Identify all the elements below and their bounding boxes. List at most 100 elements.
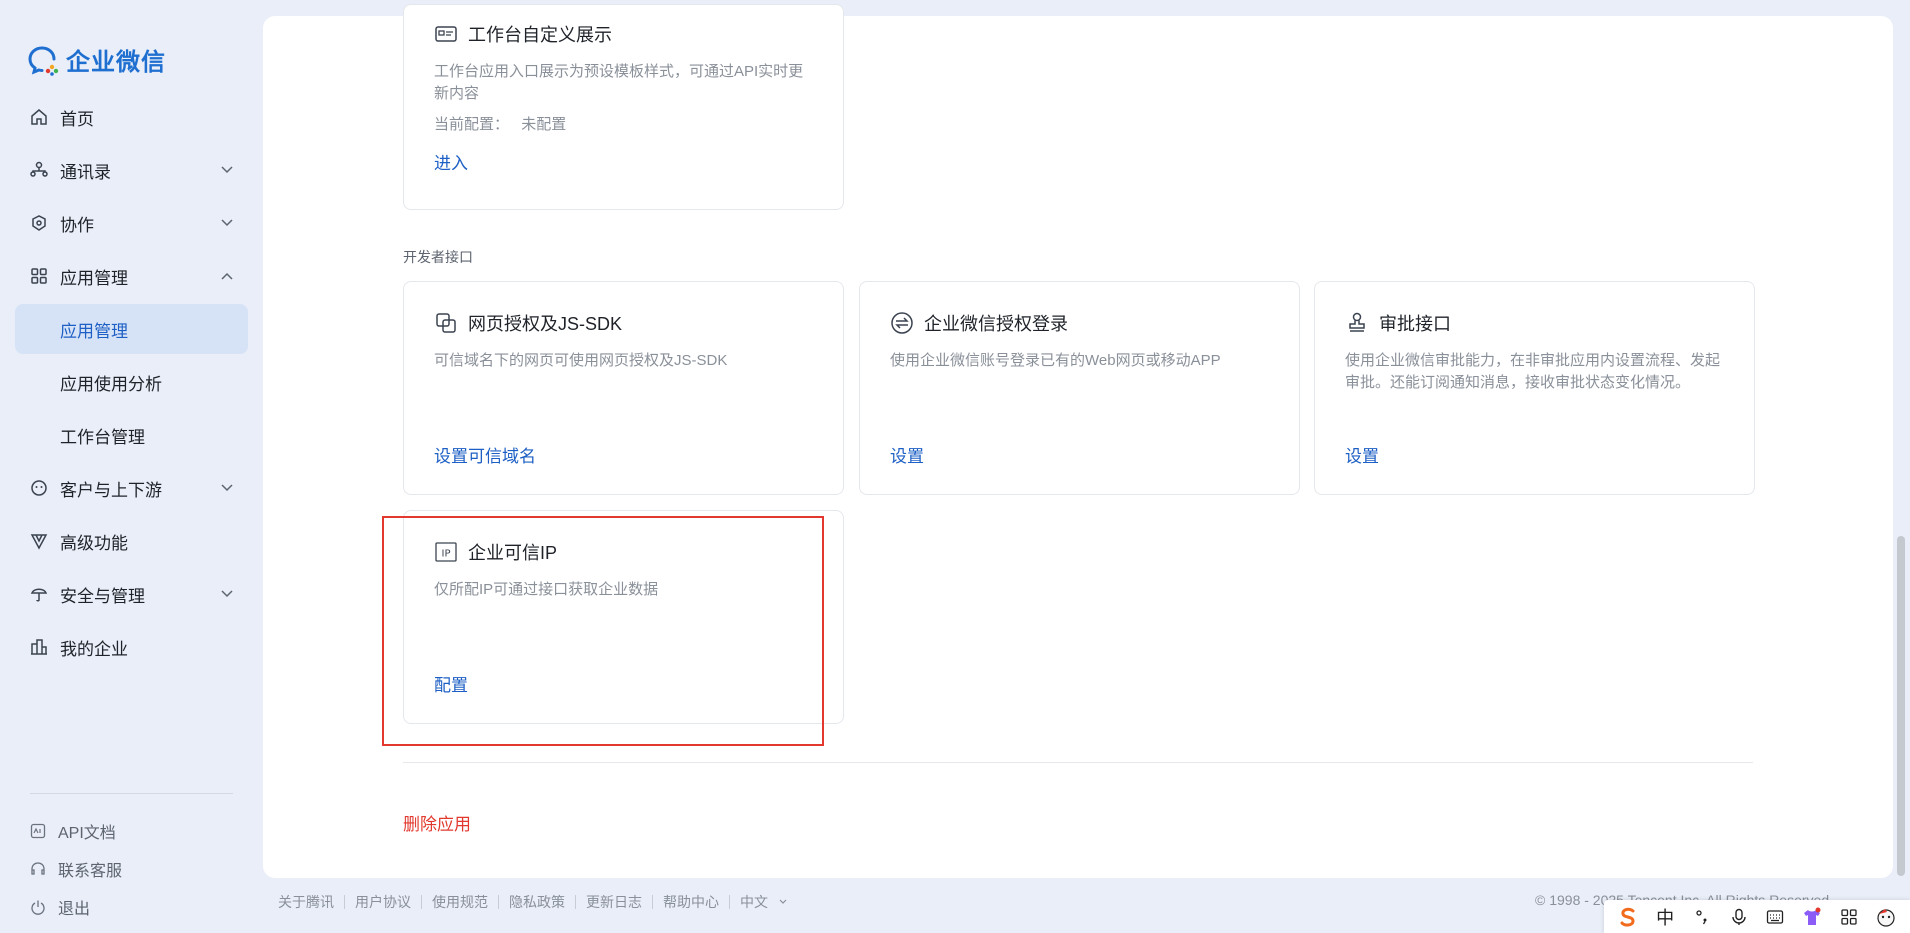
footer-links: 关于腾讯 用户协议 使用规范 隐私政策 更新日志 帮助中心 中文 (278, 892, 788, 912)
power-icon (30, 899, 46, 915)
card-title: 企业微信授权登录 (890, 310, 1068, 336)
workbench-display-card: 工作台自定义展示 工作台应用入口展示为预设模板样式，可通过API实时更新内容 当… (403, 4, 844, 210)
wecom-login-settings-link[interactable]: 设置 (890, 442, 924, 467)
footer-separator (498, 895, 499, 909)
language-label: 中文 (740, 894, 768, 910)
card-title: 网页授权及JS-SDK (434, 310, 622, 336)
chevron-up-icon (220, 268, 234, 288)
sidebar-subitem-app-management[interactable]: 应用管理 (15, 304, 248, 354)
sidebar-item-advanced[interactable]: 高级功能 (15, 516, 248, 566)
logout-link[interactable]: 退出 (30, 888, 122, 926)
sidebar-item-collaboration[interactable]: 协作 (15, 198, 248, 248)
chevron-down-icon (778, 894, 788, 910)
footer-link-user-agreement[interactable]: 用户协议 (355, 892, 411, 912)
footer-separator (421, 895, 422, 909)
ime-toolbar: 中 (1604, 900, 1910, 933)
chevron-down-icon (220, 586, 234, 606)
card-title: 工作台自定义展示 (434, 21, 612, 47)
brand-name: 企业微信 (66, 49, 166, 76)
sidebar-subitem-app-usage-analysis[interactable]: 应用使用分析 (15, 357, 248, 407)
sidebar-item-my-company[interactable]: 我的企业 (15, 622, 248, 672)
web-auth-card-title: 网页授权及JS-SDK (468, 314, 623, 334)
page-scrollbar[interactable] (1897, 536, 1905, 876)
brand-logo[interactable]: 企业微信 (28, 42, 166, 77)
footer-separator (575, 895, 576, 909)
microphone-icon[interactable] (1726, 904, 1752, 930)
footer-separator (729, 895, 730, 909)
config-label: 当前配置： (434, 116, 510, 133)
config-value: 未配置 (521, 116, 567, 133)
sidebar-item-label: 应用使用分析 (60, 374, 162, 394)
sidebar-subitem-workbench-management[interactable]: 工作台管理 (15, 410, 248, 460)
collaboration-icon (30, 214, 48, 232)
logout-label: 退出 (58, 901, 91, 918)
sidebar-item-label: 应用管理 (60, 321, 128, 341)
footer-link-privacy[interactable]: 隐私政策 (509, 892, 565, 912)
sidebar-divider (30, 793, 233, 794)
set-trusted-domain-link[interactable]: 设置可信域名 (434, 442, 536, 467)
grid-menu-icon[interactable] (1836, 904, 1862, 930)
keyboard-icon[interactable] (1762, 904, 1788, 930)
web-auth-jssdk-card: 网页授权及JS-SDK 可信域名下的网页可使用网页授权及JS-SDK 设置可信域… (403, 281, 844, 495)
sidebar: 企业微信 首页 通讯录 协作 应用管理 应用管理 应用使用分析 工作台管理 客户… (0, 0, 263, 933)
punctuation-icon[interactable] (1689, 904, 1715, 930)
footer-link-usage-rules[interactable]: 使用规范 (432, 892, 488, 912)
sidebar-item-label: 高级功能 (60, 533, 128, 553)
sidebar-item-label: 客户与上下游 (60, 480, 162, 500)
workbench-card-config: 当前配置： 未配置 (434, 113, 566, 134)
wecom-login-card-title: 企业微信授权登录 (924, 314, 1068, 334)
sidebar-item-label: 应用管理 (60, 268, 128, 288)
footer-separator (344, 895, 345, 909)
footer-link-help-center[interactable]: 帮助中心 (663, 892, 719, 912)
language-selector[interactable]: 中文 (740, 892, 788, 912)
stamp-icon (1345, 311, 1369, 335)
contact-support-label: 联系客服 (58, 863, 123, 880)
card-title: 审批接口 (1345, 310, 1451, 336)
contacts-icon (30, 161, 48, 179)
sidebar-footer: API文档 联系客服 退出 (30, 812, 122, 926)
approval-settings-link[interactable]: 设置 (1345, 442, 1379, 467)
chevron-down-icon (220, 480, 234, 500)
display-card-icon (434, 22, 458, 46)
contact-support-link[interactable]: 联系客服 (30, 850, 122, 888)
sidebar-item-contacts[interactable]: 通讯录 (15, 145, 248, 195)
sidebar-item-label: 通讯录 (60, 162, 111, 182)
sidebar-item-label: 首页 (60, 109, 94, 129)
api-doc-link[interactable]: API文档 (30, 812, 122, 850)
main-panel: 工作台自定义展示 工作台应用入口展示为预设模板样式，可通过API实时更新内容 当… (263, 4, 1893, 878)
security-icon (30, 585, 48, 603)
ime-language-toggle[interactable]: 中 (1652, 904, 1678, 930)
workbench-card-title: 工作台自定义展示 (468, 25, 612, 45)
approval-api-card: 审批接口 使用企业微信审批能力，在非审批应用内设置流程、发起审批。还能订阅通知消… (1314, 281, 1755, 495)
sidebar-item-label: 安全与管理 (60, 586, 145, 606)
skin-shirt-icon[interactable] (1799, 904, 1825, 930)
sidebar-item-home[interactable]: 首页 (15, 92, 248, 142)
sidebar-item-label: 工作台管理 (60, 427, 145, 447)
approval-card-desc: 使用企业微信审批能力，在非审批应用内设置流程、发起审批。还能订阅通知消息，接收审… (1345, 352, 1721, 391)
approval-card-title: 审批接口 (1379, 314, 1451, 334)
sidebar-item-security[interactable]: 安全与管理 (15, 569, 248, 619)
web-auth-card-desc: 可信域名下的网页可使用网页授权及JS-SDK (434, 352, 728, 369)
chevron-down-icon (220, 162, 234, 182)
sogou-logo-icon[interactable] (1615, 904, 1641, 930)
enter-link[interactable]: 进入 (434, 149, 468, 174)
advanced-icon (30, 532, 48, 550)
api-doc-label: API文档 (58, 825, 116, 842)
api-doc-icon (30, 823, 46, 839)
workbench-card-desc: 工作台应用入口展示为预设模板样式，可通过API实时更新内容 (434, 63, 804, 102)
chevron-down-icon (220, 215, 234, 235)
wecom-logo-icon (28, 44, 60, 76)
sidebar-item-customers[interactable]: 客户与上下游 (15, 463, 248, 513)
sidebar-item-label: 协作 (60, 215, 94, 235)
wecom-auth-login-card: 企业微信授权登录 使用企业微信账号登录已有的Web网页或移动APP 设置 (859, 281, 1300, 495)
footer-link-changelog[interactable]: 更新日志 (586, 892, 642, 912)
apps-icon (30, 267, 48, 285)
headset-icon (30, 861, 46, 877)
footer-link-about[interactable]: 关于腾讯 (278, 892, 334, 912)
mascot-icon[interactable] (1873, 904, 1899, 930)
company-icon (30, 638, 48, 656)
sidebar-item-label: 我的企业 (60, 639, 128, 659)
sidebar-item-app-management[interactable]: 应用管理 (15, 251, 248, 301)
content-divider (403, 762, 1753, 763)
delete-app-link[interactable]: 删除应用 (403, 810, 471, 835)
